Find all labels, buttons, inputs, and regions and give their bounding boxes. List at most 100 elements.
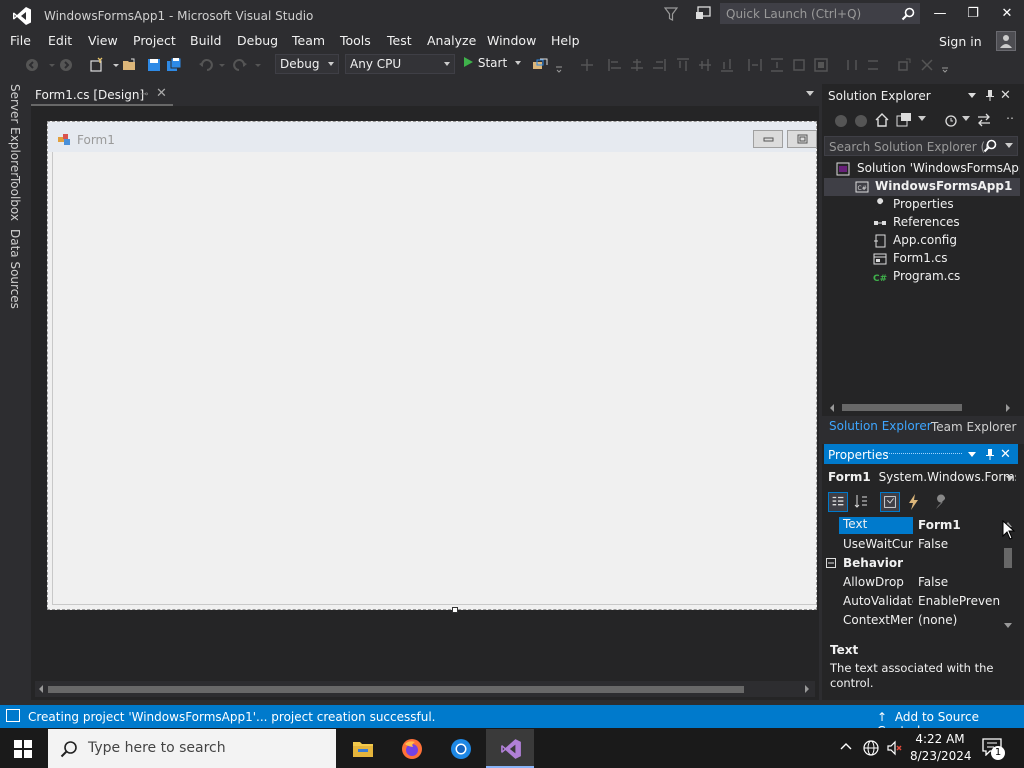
make-same-height-icon[interactable] [770, 58, 784, 72]
property-row-usewaitcursor[interactable]: UseWaitCursor False [826, 535, 1000, 554]
tree-item-references[interactable]: References [824, 214, 1020, 232]
notifications-filter-icon[interactable] [664, 6, 678, 22]
solution-configuration-select[interactable]: Debug [275, 54, 339, 74]
dropdown-arrow-icon[interactable] [214, 57, 230, 73]
show-hidden-icons-chevron-icon[interactable] [840, 742, 852, 750]
alphabetical-icon[interactable] [852, 492, 872, 512]
menu-project[interactable]: Project [133, 33, 176, 48]
redo-icon[interactable] [232, 57, 248, 73]
tree-item-app-config[interactable]: App.config [824, 232, 1020, 250]
properties-view-icon[interactable] [880, 492, 900, 512]
menu-build[interactable]: Build [190, 33, 221, 48]
save-icon[interactable] [146, 57, 162, 73]
feedback-icon[interactable] [694, 5, 712, 23]
window-position-dropdown-icon[interactable] [967, 93, 977, 99]
menu-help[interactable]: Help [551, 33, 580, 48]
menu-test[interactable]: Test [387, 33, 412, 48]
menu-edit[interactable]: Edit [48, 33, 72, 48]
clock-time[interactable]: 4:22 AM [914, 732, 966, 746]
form1-client-area[interactable] [52, 152, 816, 605]
clock-date[interactable]: 8/23/2024 [910, 749, 972, 763]
tab-team-explorer[interactable]: Team Explorer [931, 420, 1017, 434]
scroll-right-icon[interactable] [1004, 403, 1012, 413]
undo-icon[interactable] [198, 57, 214, 73]
search-options-dropdown-icon[interactable] [1005, 143, 1013, 149]
account-icon[interactable] [996, 31, 1016, 51]
open-folder-icon[interactable] [122, 57, 138, 73]
align-centers-icon[interactable] [630, 58, 644, 72]
solution-explorer-search-input[interactable]: Search Solution Explorer (Ctrl+;) [824, 136, 1018, 156]
solution-platform-select[interactable]: Any CPU [345, 54, 455, 74]
property-row-autovalidate[interactable]: AutoValidate EnablePreventFocusChange [826, 592, 1000, 611]
network-globe-icon[interactable] [862, 739, 880, 757]
make-same-width-icon[interactable] [748, 58, 762, 72]
dropdown-arrow-icon[interactable] [962, 116, 970, 122]
tree-item-form1[interactable]: Form1.cs [824, 250, 1020, 268]
close-tab-icon[interactable]: ✕ [156, 86, 167, 101]
pin-icon[interactable] [984, 448, 996, 460]
scroll-right-icon[interactable] [803, 684, 811, 694]
tab-solution-explorer[interactable]: Solution Explorer [829, 419, 932, 433]
properties-object-selector[interactable]: Form1 System.Windows.Forms.Form [828, 470, 1016, 488]
align-tops-icon[interactable] [676, 58, 690, 72]
output-status-icon[interactable] [6, 709, 20, 722]
pin-tab-icon[interactable]: ⊸ [140, 89, 148, 100]
switch-views-icon[interactable] [896, 112, 912, 128]
visual-studio-taskbar-button[interactable] [486, 729, 534, 768]
menu-window[interactable]: Window [487, 33, 536, 48]
center-horizontally-icon[interactable] [897, 58, 911, 72]
menu-debug[interactable]: Debug [237, 33, 278, 48]
taskbar-search-input[interactable]: Type here to search [48, 729, 336, 768]
align-middles-icon[interactable] [698, 58, 712, 72]
pending-changes-filter-icon[interactable] [942, 112, 958, 128]
sync-active-document-icon[interactable] [976, 112, 992, 128]
align-grid-icon[interactable] [580, 58, 594, 72]
close-icon[interactable]: ✕ [1000, 88, 1011, 103]
restore-button[interactable]: ❐ [962, 4, 984, 24]
form-minimize-button[interactable] [753, 130, 783, 148]
events-lightning-icon[interactable] [904, 492, 924, 512]
close-button[interactable]: ✕ [996, 4, 1018, 24]
form-resize-handle[interactable] [452, 607, 458, 613]
chrome-taskbar-button[interactable] [437, 729, 485, 768]
property-value[interactable]: (none) [918, 613, 1000, 627]
back-icon[interactable] [24, 57, 40, 73]
form1-title-bar[interactable] [48, 122, 816, 152]
menu-tools[interactable]: Tools [340, 33, 371, 48]
align-rights-icon[interactable] [652, 58, 666, 72]
home-icon[interactable] [874, 112, 890, 128]
forward-icon[interactable] [58, 57, 74, 73]
data-sources-tab[interactable]: Data Sources [8, 229, 22, 309]
windows-start-icon[interactable] [14, 740, 32, 758]
categorized-icon[interactable] [828, 492, 848, 512]
document-list-dropdown-icon[interactable] [806, 91, 814, 96]
chevron-down-icon[interactable] [1006, 476, 1014, 482]
tree-item-solution[interactable]: Solution 'WindowsFormsApp1' (1 project) [824, 160, 1020, 178]
make-same-size-icon[interactable] [814, 58, 828, 72]
property-value[interactable]: False [918, 537, 1000, 551]
vertical-spacing-icon[interactable] [866, 58, 880, 72]
property-category-behavior[interactable]: Behavior [826, 554, 1000, 573]
property-pages-wrench-icon[interactable] [932, 492, 952, 512]
volume-muted-icon[interactable] [886, 739, 904, 757]
menu-file[interactable]: File [10, 33, 31, 48]
firefox-taskbar-button[interactable] [388, 729, 436, 768]
minimize-button[interactable]: — [929, 4, 951, 24]
toolbox-tab[interactable]: Toolbox [8, 176, 22, 221]
center-vertically-icon[interactable] [920, 58, 934, 72]
pin-icon[interactable] [984, 89, 996, 101]
properties-scroll-thumb[interactable] [1004, 548, 1012, 568]
toolbar-overflow-icon[interactable] [938, 57, 954, 73]
sign-in-link[interactable]: Sign in [939, 34, 982, 49]
align-bottoms-icon[interactable] [720, 58, 734, 72]
window-position-dropdown-icon[interactable] [967, 452, 977, 458]
action-center-button[interactable]: 1 [982, 738, 1005, 760]
tree-item-properties[interactable]: Properties [824, 196, 1020, 214]
toolbar-overflow-icon[interactable] [552, 57, 568, 73]
new-project-icon[interactable] [88, 57, 104, 73]
scroll-down-icon[interactable] [1003, 622, 1013, 630]
forward-icon[interactable] [854, 114, 868, 128]
more-options-icon[interactable]: ‥ [1006, 108, 1014, 122]
tree-item-program[interactable]: C# Program.cs [824, 268, 1020, 286]
server-explorer-tab[interactable]: Server Explorer [8, 84, 22, 177]
